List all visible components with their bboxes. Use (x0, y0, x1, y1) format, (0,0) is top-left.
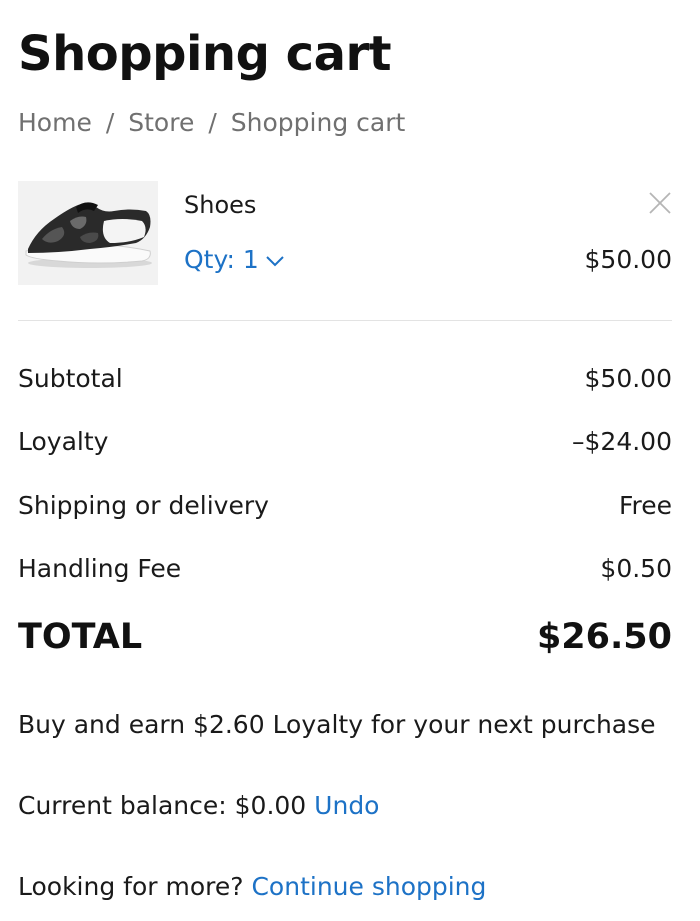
undo-link[interactable]: Undo (314, 791, 379, 820)
loyalty-value: –$24.00 (572, 427, 672, 456)
breadcrumb-item-home[interactable]: Home (18, 108, 92, 137)
shipping-label: Shipping or delivery (18, 491, 269, 520)
breadcrumb-separator: / (105, 108, 115, 137)
quantity-dropdown[interactable]: Qty: 1 (184, 243, 285, 277)
subtotal-value: $50.00 (584, 364, 672, 393)
loyalty-label: Loyalty (18, 427, 109, 456)
summary-row-handling: Handling Fee $0.50 (18, 551, 672, 587)
continue-shopping-link[interactable]: Continue shopping (251, 872, 486, 901)
breadcrumb: Home / Store / Shopping cart (18, 106, 405, 140)
total-label: TOTAL (18, 617, 143, 657)
continue-shopping-line: Looking for more? Continue shopping (18, 869, 486, 905)
divider (18, 320, 672, 321)
summary-row-subtotal: Subtotal $50.00 (18, 361, 672, 397)
subtotal-label: Subtotal (18, 364, 123, 393)
page-title: Shopping cart (18, 26, 392, 82)
chevron-down-icon (266, 256, 284, 267)
close-icon (649, 192, 671, 214)
item-price: $50.00 (584, 245, 672, 274)
remove-item-button[interactable] (648, 191, 672, 215)
product-name[interactable]: Shoes (184, 189, 256, 221)
loyalty-earn-text: Buy and earn $2.60 Loyalty for your next… (18, 710, 656, 739)
handling-fee-label: Handling Fee (18, 554, 182, 583)
handling-fee-value: $0.50 (600, 554, 672, 583)
shipping-value: Free (618, 491, 672, 520)
cart-item: Shoes Qty: 1 $50.00 (18, 181, 672, 287)
breadcrumb-item-store[interactable]: Store (128, 108, 194, 137)
current-balance-text: Current balance: $0.00 (18, 791, 307, 820)
shoe-product-image[interactable] (18, 181, 158, 285)
total-row: TOTAL $26.50 (18, 614, 672, 660)
summary-row-shipping: Shipping or delivery Free (18, 488, 672, 524)
looking-for-more-text: Looking for more? (18, 872, 244, 901)
loyalty-balance-line: Current balance: $0.00 Undo (18, 788, 379, 824)
summary-row-loyalty: Loyalty –$24.00 (18, 424, 672, 460)
total-value: $26.50 (536, 617, 672, 657)
breadcrumb-item-current: Shopping cart (230, 108, 406, 137)
quantity-label: Qty: 1 (184, 245, 259, 274)
breadcrumb-separator: / (208, 108, 217, 137)
